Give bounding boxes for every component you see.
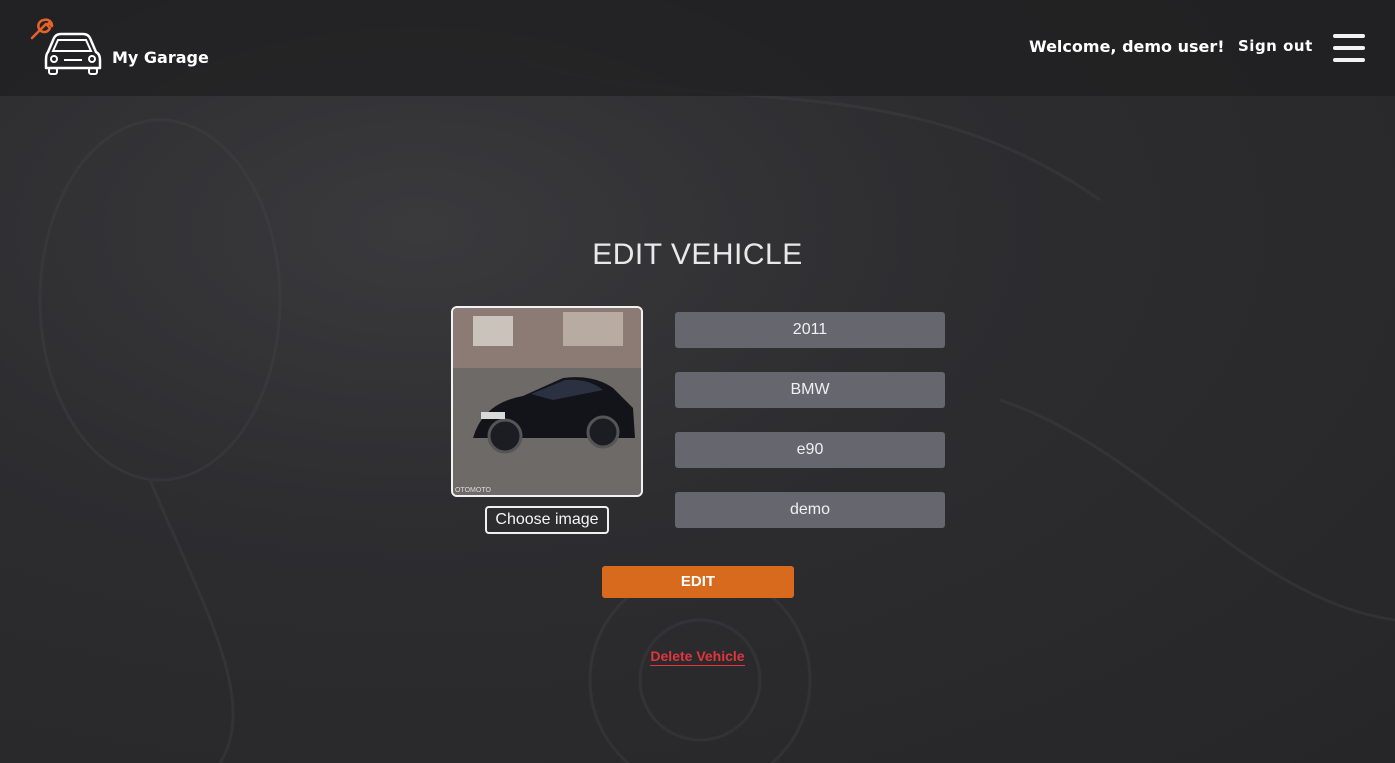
vehicle-photo: OTOMOTO xyxy=(451,306,643,497)
car-with-wrench-icon xyxy=(30,18,102,75)
delete-vehicle-container: Delete Vehicle xyxy=(0,648,1395,666)
sign-out-link[interactable]: Sign out xyxy=(1238,37,1313,55)
menu-bar xyxy=(1333,46,1365,50)
choose-image-button[interactable]: Choose image xyxy=(485,506,609,534)
edit-button[interactable]: EDIT xyxy=(602,566,794,598)
page-title: EDIT VEHICLE xyxy=(592,238,803,271)
logo[interactable] xyxy=(28,14,108,78)
owner-field[interactable]: demo xyxy=(675,492,945,528)
top-navbar: My Garage Welcome, demo user! Sign out xyxy=(0,0,1395,96)
photo-watermark: OTOMOTO xyxy=(455,487,491,494)
menu-bar xyxy=(1333,58,1365,62)
make-field[interactable]: BMW xyxy=(675,372,945,408)
menu-bar xyxy=(1333,34,1365,38)
year-field[interactable]: 2011 xyxy=(675,312,945,348)
model-field[interactable]: e90 xyxy=(675,432,945,468)
car-photo-illustration: OTOMOTO xyxy=(453,308,641,495)
brand-name[interactable]: My Garage xyxy=(112,48,209,67)
welcome-message: Welcome, demo user! xyxy=(1029,37,1225,56)
delete-vehicle-link[interactable]: Delete Vehicle xyxy=(650,648,745,666)
hamburger-menu-icon[interactable] xyxy=(1333,34,1365,62)
